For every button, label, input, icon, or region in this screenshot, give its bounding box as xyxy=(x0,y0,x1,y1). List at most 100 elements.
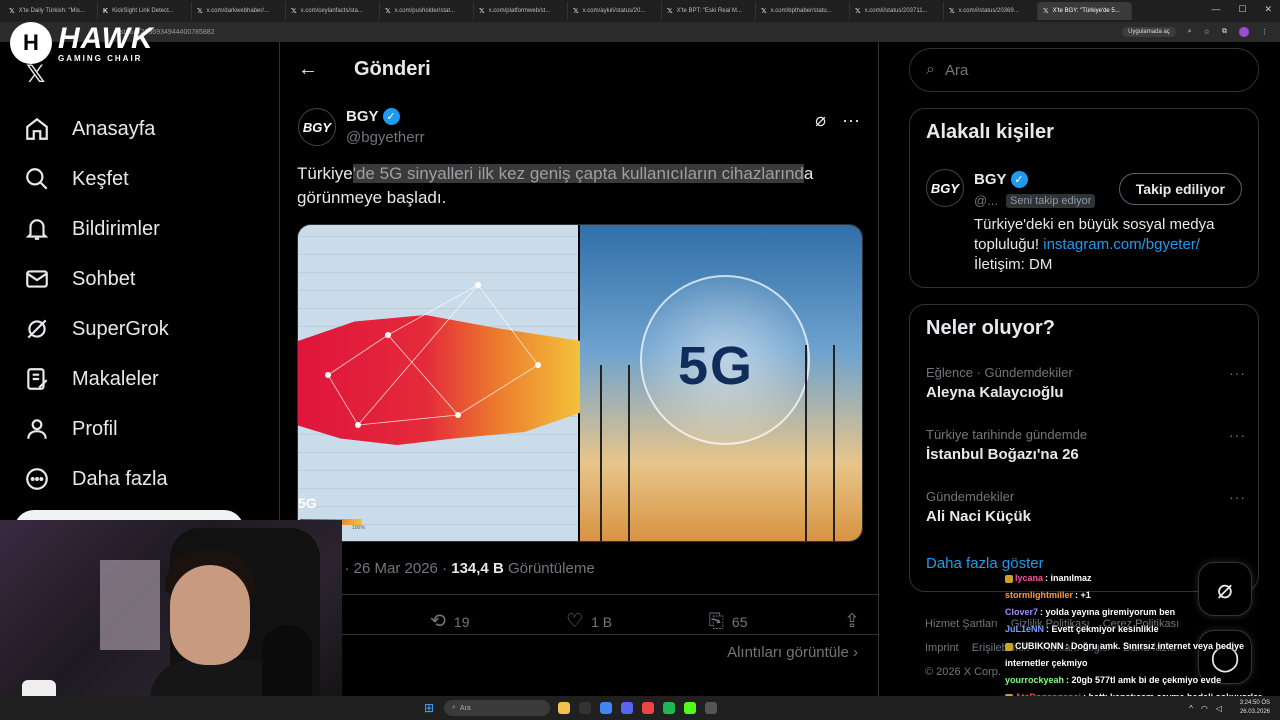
related-name[interactable]: BGY xyxy=(974,171,1007,188)
grok-icon[interactable]: ⌀ xyxy=(815,110,826,131)
browser-tab[interactable]: 𝕏x.com/platformweb/st... xyxy=(474,2,568,20)
hawk-logo-icon: H xyxy=(10,22,52,64)
maximize-icon[interactable]: ☐ xyxy=(1238,4,1246,15)
menu-dots-icon[interactable]: ⋮ xyxy=(1261,28,1268,36)
chat-text: : inanılmaz xyxy=(1045,573,1092,583)
browser-tab[interactable]: 𝕏x.com/ceylanfacts/sta... xyxy=(286,2,380,20)
search-input[interactable]: Ara xyxy=(945,62,968,79)
chat-username[interactable]: Clover7 xyxy=(1005,607,1038,617)
close-icon[interactable]: ✕ xyxy=(1264,4,1272,15)
profile-avatar[interactable] xyxy=(1239,27,1249,37)
following-button[interactable]: Takip ediliyor xyxy=(1118,173,1242,205)
author-name[interactable]: BGY xyxy=(346,108,379,125)
windows-start-icon[interactable]: ⊞ xyxy=(424,701,434,715)
chat-username[interactable]: lycana xyxy=(1015,573,1043,583)
view-quotes-link[interactable]: Alıntıları görüntüle › xyxy=(727,644,858,661)
sidebar-item-notifications[interactable]: Bildirimler xyxy=(18,204,278,254)
chat-username[interactable]: JuL1eNN xyxy=(1005,624,1044,634)
share-button[interactable]: ⇪ xyxy=(844,610,860,633)
volume-icon[interactable]: ◁ xyxy=(1216,704,1222,713)
more-dots-icon[interactable]: ··· xyxy=(1229,427,1246,443)
sidebar-item-home[interactable]: Anasayfa xyxy=(18,104,278,154)
browser-tab[interactable]: 𝕏 X'te BPT: "Eski Real M... xyxy=(662,2,756,20)
app-icon[interactable] xyxy=(579,702,591,714)
browser-tab[interactable]: 𝕏 X'te BGY: "Türkiye'de 5... xyxy=(1038,2,1132,20)
discord-icon[interactable] xyxy=(621,702,633,714)
sidebar-item-articles[interactable]: Makaleler xyxy=(18,354,278,404)
bell-icon xyxy=(22,214,52,244)
address-bar[interactable]: status/2036934944400785882 Uygulamada aç… xyxy=(0,22,1280,42)
related-name-row[interactable]: BGY ✓ xyxy=(974,171,1028,188)
tab-title: x.com/bpthaber/statu... xyxy=(770,8,832,14)
open-in-app-button[interactable]: Uygulamada aç xyxy=(1122,27,1176,37)
kick-icon[interactable] xyxy=(684,702,696,714)
footer-link[interactable]: Imprint xyxy=(925,642,959,654)
minimize-icon[interactable]: — xyxy=(1211,4,1220,15)
taskbar-clock[interactable]: 3:24:50 ÖS 26.03.2026 xyxy=(1240,699,1270,717)
sidebar-item-profile[interactable]: Profil xyxy=(18,404,278,454)
x-logo-icon[interactable]: 𝕏 xyxy=(26,60,45,89)
more-dots-icon[interactable]: ··· xyxy=(842,110,860,131)
extensions-icon[interactable]: ⧉ xyxy=(1222,28,1227,36)
more-dots-icon[interactable]: ··· xyxy=(1229,489,1246,505)
bookmark-button[interactable]: ⎘ 65 xyxy=(709,610,748,633)
taskbar-search[interactable]: ⌕ Ara xyxy=(444,700,550,716)
page-title: Gönderi xyxy=(354,58,431,80)
spotify-icon[interactable] xyxy=(663,702,675,714)
obs-icon[interactable] xyxy=(705,702,717,714)
zoom-icon[interactable]: ⌕ xyxy=(1188,28,1192,36)
5g-tower-image[interactable]: 5G xyxy=(580,225,862,541)
windows-taskbar: ⊞ ⌕ Ara ^ ◠ ◁ 3:24:50 ÖS 26.03.2026 xyxy=(0,696,1280,720)
wifi-icon[interactable]: ◠ xyxy=(1201,704,1208,713)
post-text: Türkiye'de 5G sinyalleri ilk kez geniş ç… xyxy=(297,162,857,210)
post-media[interactable]: 5G 100% 5G xyxy=(297,224,863,542)
sidebar-item-supergrok[interactable]: SuperGrok xyxy=(18,304,278,354)
chat-username[interactable]: yourrockyeah xyxy=(1005,675,1064,685)
related-avatar[interactable]: BGY xyxy=(926,169,964,207)
like-button[interactable]: ♡ 1 B xyxy=(566,610,612,633)
sidebar-item-messages[interactable]: Sohbet xyxy=(18,254,278,304)
bio-link[interactable]: instagram.com/bgyeter/ xyxy=(1043,236,1200,253)
trend-item[interactable]: Türkiye tarihinde gündemde İstanbul Boğa… xyxy=(926,427,1246,463)
footer-link[interactable]: Hizmet Şartları xyxy=(925,618,998,630)
taskbar-search-input[interactable]: Ara xyxy=(460,705,471,712)
chat-username[interactable]: CUBIKONN xyxy=(1015,641,1064,651)
browser-tab[interactable]: 𝕏 X'te Daily Türkish: "Mis... xyxy=(4,2,98,20)
chat-badge-icon xyxy=(1005,642,1013,651)
star-icon[interactable]: ☆ xyxy=(1204,28,1210,36)
browser-tab[interactable]: 𝕏x.com/i/status/20369... xyxy=(944,2,1038,20)
trend-item[interactable]: Gündemdekiler Ali Naci Küçük ··· xyxy=(926,489,1246,525)
more-dots-icon[interactable]: ··· xyxy=(1229,365,1246,381)
related-bio: Türkiye'deki en büyük sosyal medya toplu… xyxy=(974,215,1244,275)
browser-tab-bar: 𝕏 X'te Daily Türkish: "Mis... K KickSight L… xyxy=(0,0,1280,22)
post-time[interactable]: 5 · 26 Mar 2026 · xyxy=(332,560,451,577)
app-icon[interactable] xyxy=(642,702,654,714)
author-handle[interactable]: @bgyetherr xyxy=(346,129,425,146)
hawk-brand-name: HAWK xyxy=(58,21,154,55)
chat-username[interactable]: stormlightmiller xyxy=(1005,590,1073,600)
article-icon xyxy=(22,364,52,394)
browser-tab[interactable]: 𝕏x.com/aykiri/status/20... xyxy=(568,2,662,20)
sidebar-item-explore[interactable]: Keşfet xyxy=(18,154,278,204)
browser-tab[interactable]: K KickSight Link Detect... xyxy=(98,2,192,20)
person-icon xyxy=(22,414,52,444)
browser-tab[interactable]: 𝕏x.com/i/status/203711... xyxy=(850,2,944,20)
trend-item[interactable]: Eğlence · Gündemdekiler Aleyna Kalaycıoğ… xyxy=(926,365,1246,401)
tab-title: X'te BPT: "Eski Real M... xyxy=(676,8,742,14)
browser-tab[interactable]: 𝕏x.com/pusholder/stat... xyxy=(380,2,474,20)
sidebar-item-more[interactable]: Daha fazla xyxy=(18,454,278,504)
browser-tab[interactable]: 𝕏x.com/darkwebhaber/... xyxy=(192,2,286,20)
chrome-icon[interactable] xyxy=(600,702,612,714)
author-name-row[interactable]: BGY ✓ xyxy=(346,108,425,125)
author-avatar[interactable]: BGY xyxy=(298,108,336,146)
repost-button[interactable]: ⟲ 19 xyxy=(430,610,470,633)
related-handle-row: @... Seni takip ediyor xyxy=(974,193,1096,208)
search-box[interactable]: ⌕ Ara xyxy=(909,48,1259,92)
related-handle[interactable]: @... xyxy=(974,193,998,208)
back-arrow-icon[interactable]: ← xyxy=(298,58,318,81)
file-explorer-icon[interactable] xyxy=(558,702,570,714)
browser-tab[interactable]: 𝕏x.com/bpthaber/statu... xyxy=(756,2,850,20)
chevron-up-icon[interactable]: ^ xyxy=(1189,704,1193,713)
turkey-5g-map-image[interactable]: 5G 100% xyxy=(298,225,581,541)
sidebar-nav: Anasayfa Keşfet Bildirimler Sohbet Super… xyxy=(18,104,278,504)
